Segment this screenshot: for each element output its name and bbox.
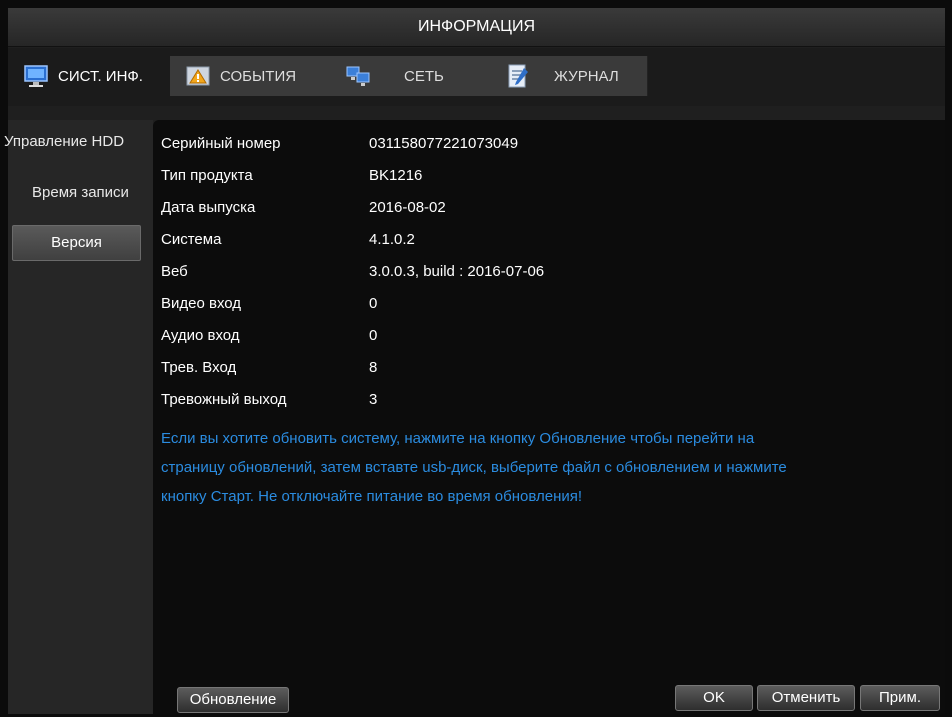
info-label: Тревожный выход [161, 391, 287, 408]
ok-button[interactable]: OK [675, 685, 753, 711]
info-label: Аудио вход [161, 327, 240, 344]
info-value: 2016-08-02 [369, 199, 446, 216]
tab-network[interactable]: СЕТЬ [330, 56, 491, 96]
info-value: 8 [369, 359, 378, 376]
info-value: 3 [369, 391, 378, 408]
sidebar: Управление HDD Время записи Версия [4, 120, 153, 714]
update-button[interactable]: Обновление [177, 687, 289, 713]
warning-icon [184, 62, 212, 90]
info-label: Тип продукта [161, 167, 253, 184]
sidebar-item-record-time[interactable]: Время записи [8, 175, 153, 211]
update-notice: Если вы хотите обновить систему, нажмите… [161, 430, 787, 505]
info-window: ИНФОРМАЦИЯ СИСТ. ИНФ. СОБЫТИЯ СЕТЬ ЖУРНА… [4, 8, 945, 714]
info-value: 0 [369, 327, 378, 344]
tab-label: СИСТ. ИНФ. [58, 67, 143, 85]
apply-button[interactable]: Прим. [860, 685, 940, 711]
info-value: 3.0.0.3, build : 2016-07-06 [369, 263, 545, 280]
cancel-button[interactable]: Отменить [757, 685, 855, 711]
tab-label: СОБЫТИЯ [220, 67, 297, 85]
tab-events[interactable]: СОБЫТИЯ [170, 56, 331, 96]
sidebar-item-hdd-management[interactable]: Управление HDD [4, 124, 144, 160]
info-label: Дата выпуска [161, 199, 256, 216]
tab-label: ЖУРНАЛ [554, 67, 619, 85]
info-label: Трев. Вход [161, 359, 237, 376]
info-value: 031158077221073049 [369, 135, 519, 152]
info-label: Видео вход [161, 295, 242, 312]
tab-log[interactable]: ЖУРНАЛ [490, 56, 648, 96]
info-value: 0 [369, 295, 378, 312]
info-label: Серийный номер [161, 135, 281, 152]
info-label: Система [161, 231, 222, 248]
window-title: ИНФОРМАЦИЯ [8, 8, 945, 47]
info-value: 4.1.0.2 [369, 231, 415, 248]
info-label: Веб [161, 263, 188, 280]
monitor-icon [22, 62, 50, 90]
network-icon [344, 62, 372, 90]
tab-strip: СИСТ. ИНФ. СОБЫТИЯ СЕТЬ ЖУРНАЛ [8, 48, 945, 106]
log-icon [504, 62, 532, 90]
tab-system-info[interactable]: СИСТ. ИНФ. [8, 56, 170, 96]
info-value: BK1216 [369, 167, 423, 184]
info-panel: Серийный номер 031158077221073049 Тип пр… [153, 120, 945, 714]
tab-label: СЕТЬ [404, 67, 444, 85]
sidebar-item-version[interactable]: Версия [12, 225, 141, 261]
